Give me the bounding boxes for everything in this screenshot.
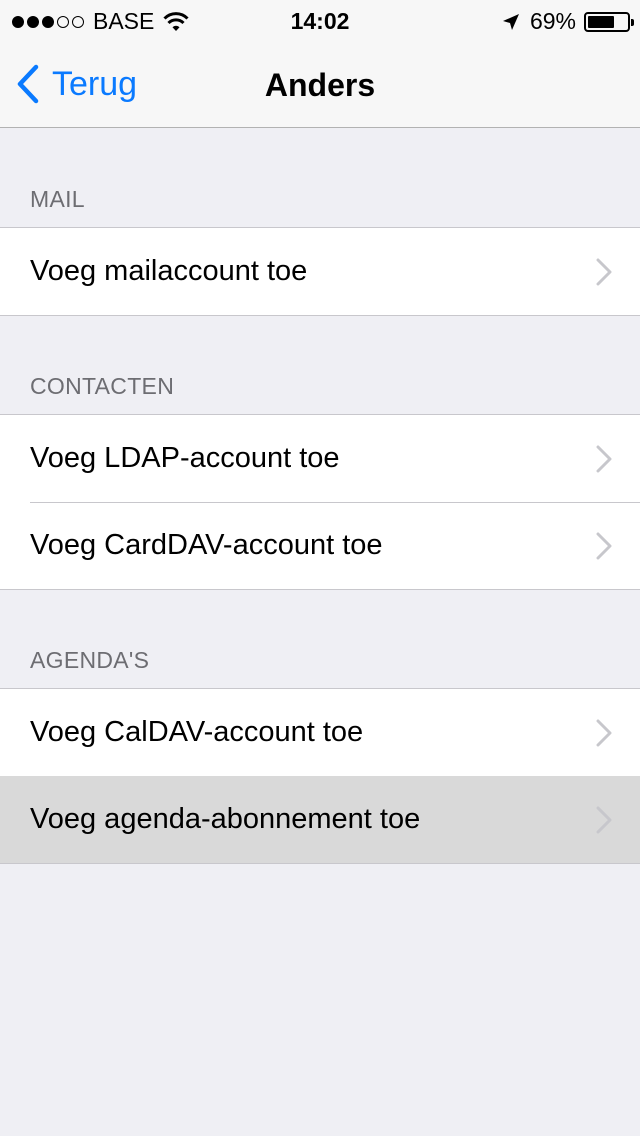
row-label: Voeg CardDAV-account toe	[30, 529, 383, 561]
battery-tip	[631, 18, 634, 26]
location-arrow-icon	[502, 13, 519, 30]
group-calendars: Voeg CalDAV-account toe Voeg agenda-abon…	[0, 688, 640, 864]
section-header-calendars: AGENDA'S	[30, 647, 150, 673]
chevron-right-icon	[596, 719, 612, 747]
chevron-right-icon	[596, 532, 612, 560]
row-label: Voeg agenda-abonnement toe	[30, 803, 421, 835]
chevron-right-icon	[596, 445, 612, 473]
group-contacts: Voeg LDAP-account toe Voeg CardDAV-accou…	[0, 414, 640, 590]
row-label: Voeg mailaccount toe	[30, 255, 308, 287]
row-add-caldav-account[interactable]: Voeg CalDAV-account toe	[0, 689, 640, 776]
row-label: Voeg LDAP-account toe	[30, 442, 340, 474]
navigation-bar: Terug Anders	[0, 40, 640, 128]
battery-level	[588, 15, 615, 28]
chevron-right-icon	[596, 258, 612, 286]
group-mail: Voeg mailaccount toe	[0, 227, 640, 316]
row-add-mail-account[interactable]: Voeg mailaccount toe	[0, 228, 640, 315]
section-header-mail: MAIL	[30, 186, 85, 212]
status-bar: BASE 14:02 69%	[0, 0, 640, 40]
battery-percentage: 69%	[529, 8, 576, 34]
row-add-carddav-account[interactable]: Voeg CardDAV-account toe	[0, 502, 640, 589]
row-label: Voeg CalDAV-account toe	[30, 716, 364, 748]
row-add-calendar-subscription[interactable]: Voeg agenda-abonnement toe	[0, 776, 640, 863]
battery-icon	[584, 11, 634, 32]
settings-list: MAIL Voeg mailaccount toe CONTACTEN Voeg…	[0, 129, 640, 864]
section-header-contacts: CONTACTEN	[30, 373, 175, 399]
row-add-ldap-account[interactable]: Voeg LDAP-account toe	[0, 415, 640, 502]
page-title: Anders	[264, 67, 376, 103]
chevron-right-icon	[596, 806, 612, 834]
status-right: 69%	[502, 8, 634, 35]
